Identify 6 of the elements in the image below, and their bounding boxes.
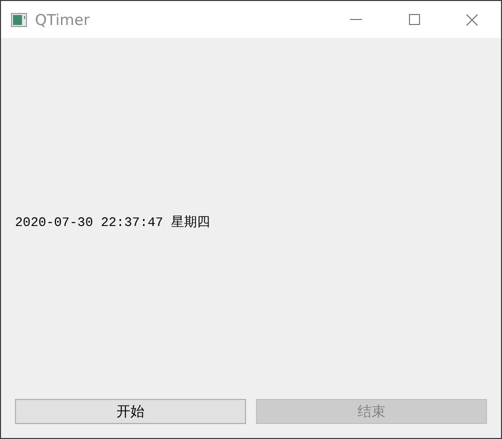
start-button[interactable]: 开始 bbox=[15, 399, 246, 424]
date-time-label: 2020-07-30 22:37:47 星期四 bbox=[15, 214, 210, 231]
maximize-icon[interactable] bbox=[408, 14, 420, 25]
close-icon[interactable] bbox=[466, 14, 478, 26]
app-icon bbox=[11, 12, 27, 26]
window-title: QTimer bbox=[35, 10, 90, 28]
